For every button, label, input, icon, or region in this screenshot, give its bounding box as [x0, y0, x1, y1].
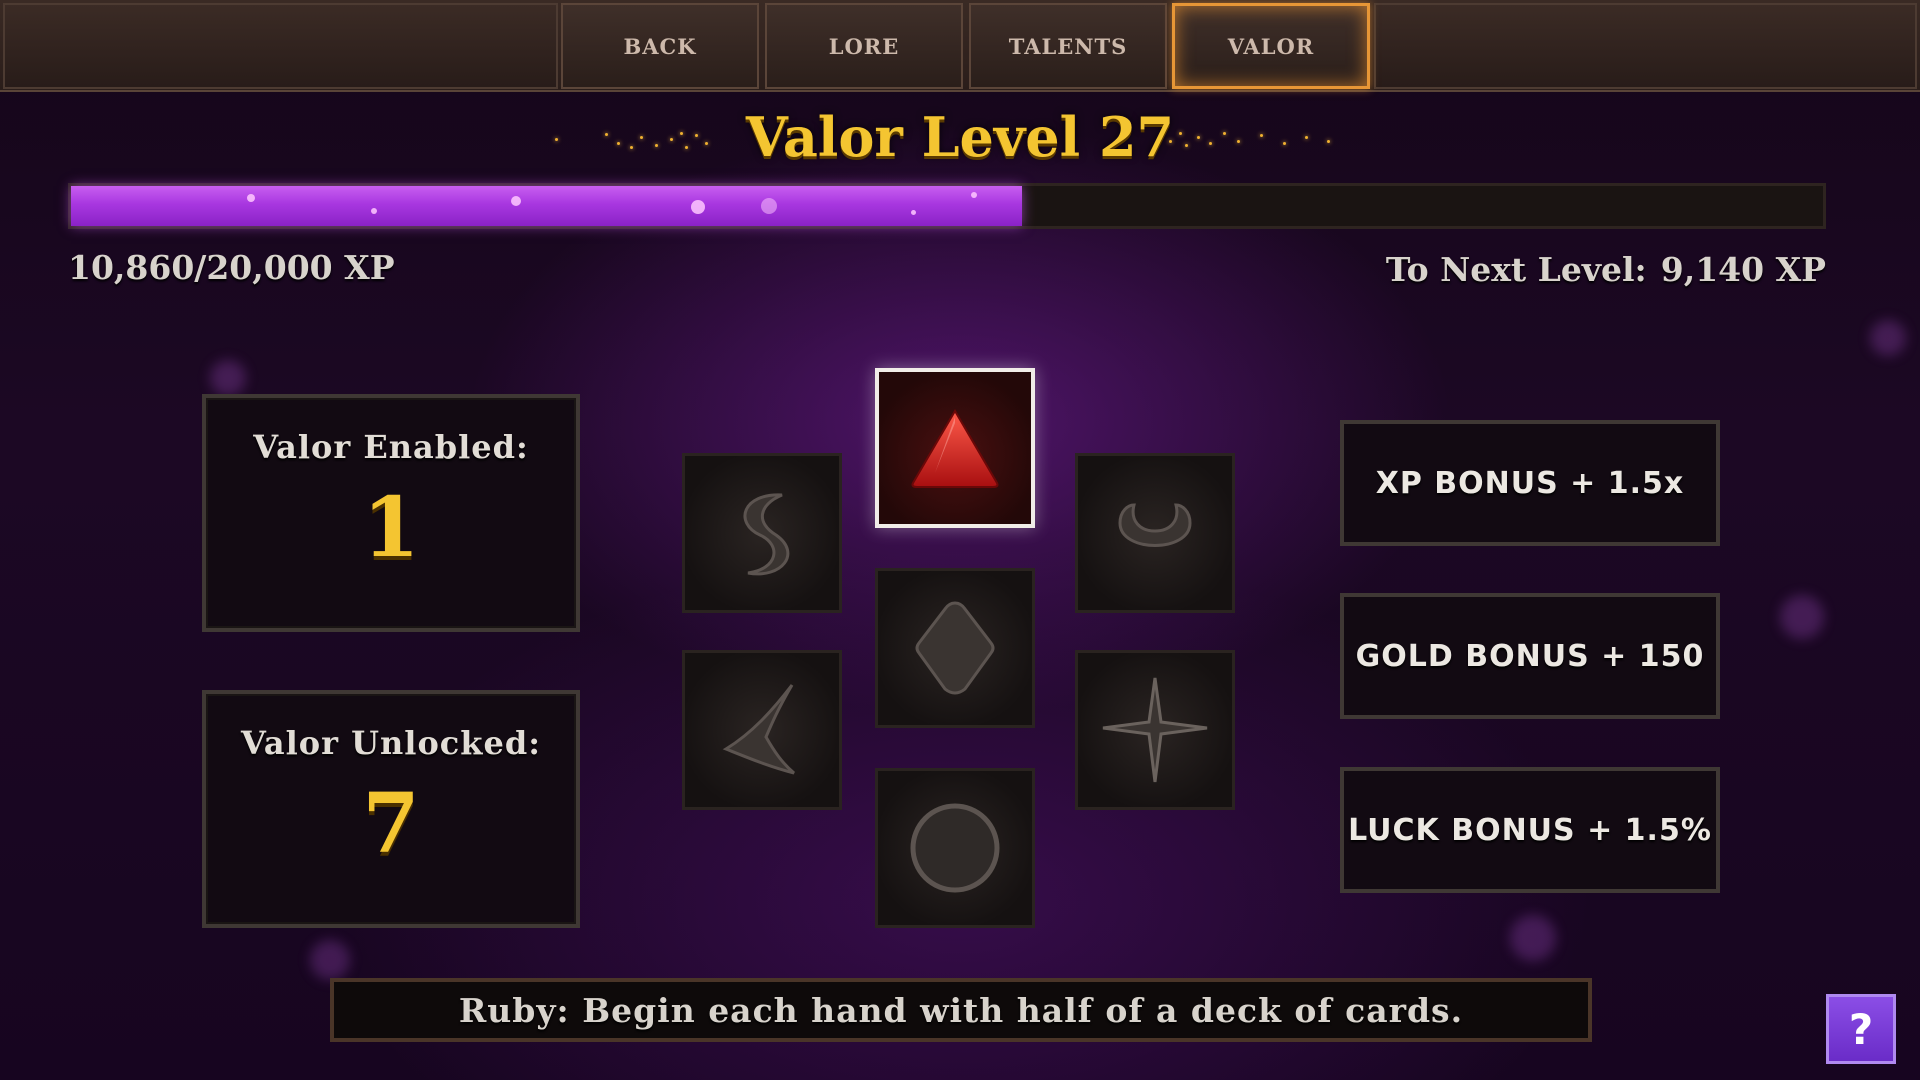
background-sparkle [1510, 915, 1556, 961]
help-question-icon: ? [1848, 1004, 1874, 1054]
circle-icon [910, 803, 1000, 893]
nav-bar-left-panel [3, 3, 558, 89]
top-nav-bar: BACK LORE TALENTS VALOR [0, 0, 1920, 92]
valor-unlocked-value: 7 [362, 776, 420, 872]
gem-slot-circle[interactable] [875, 768, 1035, 928]
s-curve-icon [743, 493, 790, 576]
valor-enabled-panel: Valor Enabled: 1 [202, 394, 580, 632]
help-button[interactable]: ? [1826, 994, 1896, 1064]
background-sparkle [1780, 595, 1824, 639]
four-point-star-icon [1102, 677, 1208, 783]
nav-bar-right-panel [1374, 3, 1917, 89]
tab-valor[interactable]: VALOR [1172, 3, 1370, 89]
triangle-icon [911, 409, 999, 488]
title-sparkle-right [1165, 128, 1335, 158]
gold-bonus-panel: GOLD BONUS + 150 [1340, 593, 1720, 719]
tab-lore[interactable]: LORE [765, 3, 963, 89]
tab-back[interactable]: BACK [561, 3, 759, 89]
background-sparkle [1870, 320, 1906, 356]
to-next-level: To Next Level: 9,140 XP [1386, 250, 1826, 289]
chevron-icon [722, 684, 795, 775]
gem-slot-s-curve[interactable] [682, 453, 842, 613]
gem-slot-ruby[interactable] [875, 368, 1035, 528]
xp-progress-text: 10,860/20,000 XP [68, 248, 395, 287]
background-sparkle [210, 360, 246, 396]
xp-progress-bar [68, 183, 1826, 229]
xp-progress-fill [71, 186, 1023, 226]
gem-slot-diamond[interactable] [875, 568, 1035, 728]
crescent-icon [1118, 503, 1192, 547]
valor-unlocked-panel: Valor Unlocked: 7 [202, 690, 580, 928]
to-next-level-label: To Next Level: [1385, 250, 1647, 289]
gem-slot-star[interactable] [1075, 650, 1235, 810]
to-next-level-value: 9,140 XP [1660, 250, 1826, 289]
valor-enabled-label: Valor Enabled: [253, 428, 529, 466]
gem-description: Ruby: Begin each hand with half of a dec… [330, 978, 1592, 1042]
page-title: Valor Level 27 [745, 105, 1175, 169]
valor-enabled-value: 1 [362, 480, 420, 576]
valor-unlocked-label: Valor Unlocked: [241, 724, 541, 762]
diamond-icon [915, 601, 995, 695]
tab-talents[interactable]: TALENTS [969, 3, 1167, 89]
luck-bonus-panel: LUCK BONUS + 1.5% [1340, 767, 1720, 893]
background-sparkle [310, 940, 350, 980]
gem-slot-crescent[interactable] [1075, 453, 1235, 613]
gem-slot-chevron[interactable] [682, 650, 842, 810]
xp-bonus-panel: XP BONUS + 1.5x [1340, 420, 1720, 546]
